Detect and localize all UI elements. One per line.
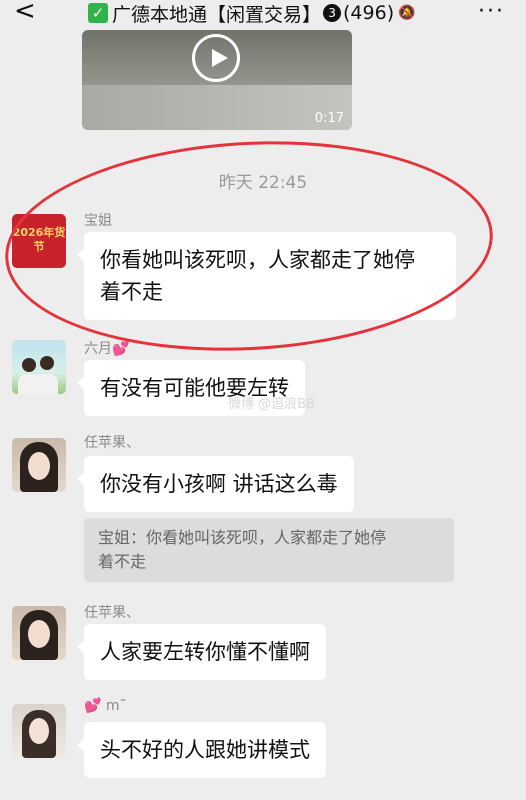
quoted-text-line: 着不走 bbox=[98, 552, 147, 571]
message-text: 你没有小孩啊 讲话这么毒 bbox=[100, 472, 338, 496]
member-count: (496) bbox=[343, 2, 395, 24]
sender-name: 宝姐 bbox=[84, 213, 112, 229]
video-thumbnail-road bbox=[82, 85, 352, 130]
sender-name: 任苹果、 bbox=[84, 435, 140, 451]
avatar[interactable] bbox=[12, 340, 66, 394]
sender-name: 任苹果、 bbox=[84, 605, 140, 621]
avatar[interactable] bbox=[12, 704, 66, 758]
avatar-face bbox=[29, 718, 49, 744]
quoted-message[interactable]: 宝姐：你看她叫该死呗，人家都走了她停 着不走 bbox=[84, 518, 454, 582]
message-bubble[interactable]: 人家要左转你懂不懂啊 bbox=[77, 624, 326, 680]
chat-title-text: 广德本地通【闲置交易】 bbox=[112, 3, 322, 26]
message-bubble[interactable]: 你没有小孩啊 讲话这么毒 bbox=[77, 456, 354, 512]
message-timestamp: 昨天 22:45 bbox=[218, 173, 308, 193]
heart-icon: 💕 bbox=[84, 698, 102, 714]
watermark: 微博 @追浪BB bbox=[228, 397, 315, 412]
chat-header: < ✓ 广德本地通【闲置交易】 3 (496) 🔕 ··· bbox=[0, 0, 526, 30]
chat-title: ✓ 广德本地通【闲置交易】 3 (496) 🔕 bbox=[88, 0, 416, 26]
unread-badge: 3 bbox=[323, 4, 342, 22]
message-text: 头不好的人跟她讲模式 bbox=[100, 738, 310, 762]
avatar-figure bbox=[18, 374, 58, 394]
video-duration: 0:17 bbox=[314, 111, 344, 126]
message-bubble[interactable]: 你看她叫该死呗，人家都走了她停 着不走 bbox=[77, 232, 456, 320]
heart-icon: 💕 bbox=[112, 341, 130, 357]
message-text-line: 你看她叫该死呗，人家都走了她停 bbox=[100, 248, 415, 272]
sender-name: 六月💕 bbox=[84, 338, 129, 358]
avatar-face bbox=[28, 620, 50, 648]
more-options-icon[interactable]: ··· bbox=[478, 0, 505, 24]
message-text: 人家要左转你懂不懂啊 bbox=[100, 640, 310, 664]
sender-name-text: 六月 bbox=[84, 341, 112, 357]
video-message[interactable]: 0:17 bbox=[82, 30, 352, 130]
avatar-figure bbox=[40, 356, 54, 370]
avatar-figure bbox=[22, 358, 36, 372]
avatar[interactable] bbox=[12, 606, 66, 660]
avatar[interactable]: 2026年货节 bbox=[12, 214, 66, 268]
message-text-line: 着不走 bbox=[100, 280, 163, 304]
sender-name: 💕 m˜ bbox=[84, 698, 127, 714]
back-arrow-icon[interactable]: < bbox=[14, 0, 38, 26]
play-icon[interactable] bbox=[192, 34, 240, 82]
mute-bell-icon: 🔕 bbox=[398, 5, 416, 21]
avatar-face bbox=[28, 452, 50, 480]
sender-name-text: m˜ bbox=[105, 698, 127, 714]
message-bubble[interactable]: 头不好的人跟她讲模式 bbox=[77, 722, 326, 778]
avatar-label: 2026年货节 bbox=[12, 226, 66, 253]
avatar[interactable] bbox=[12, 438, 66, 492]
quoted-text-line: 宝姐：你看她叫该死呗，人家都走了她停 bbox=[98, 528, 387, 547]
check-icon: ✓ bbox=[88, 3, 108, 23]
